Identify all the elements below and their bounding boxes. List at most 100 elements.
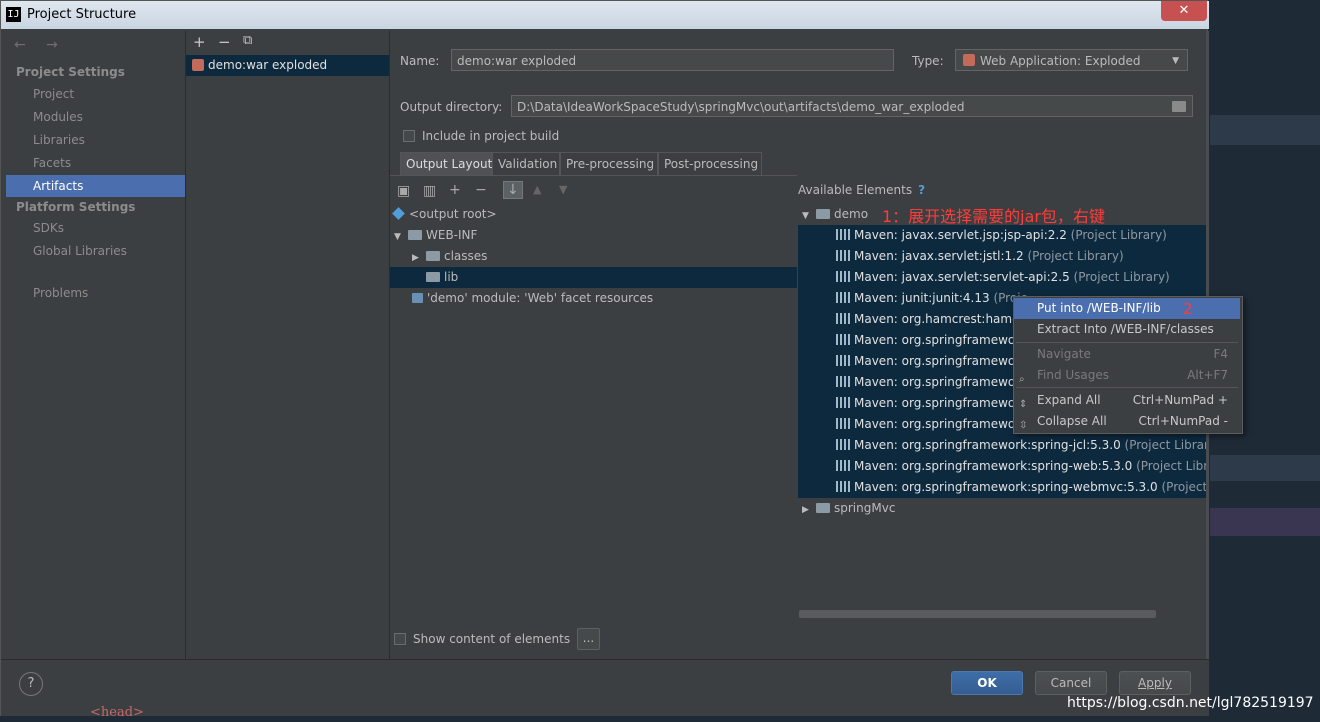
tree-item-label: 'demo' module: 'Web' facet resources: [427, 291, 654, 305]
artifacts-list-panel: + − ⧉ demo:war exploded: [186, 31, 390, 659]
sidebar-item-facets[interactable]: Facets: [6, 152, 185, 174]
menu-item-expand-all[interactable]: ⇕ Expand All Ctrl+NumPad +: [1014, 390, 1240, 411]
tab-output-layout[interactable]: Output Layout: [400, 152, 492, 175]
library-icon: [836, 418, 850, 429]
menu-shortcut: Ctrl+NumPad -: [1138, 414, 1229, 428]
output-directory-input[interactable]: D:\Data\IdeaWorkSpaceStudy\springMvc\out…: [511, 95, 1193, 117]
collapse-arrow-icon[interactable]: ▶: [412, 248, 426, 269]
project-settings-header: Project Settings: [16, 65, 125, 79]
tree-item-label: classes: [444, 249, 488, 263]
tab-validation[interactable]: Validation: [492, 152, 560, 175]
expand-all-icon: ⇕: [1019, 399, 1028, 410]
copy-artifact-button[interactable]: ⧉: [243, 33, 252, 48]
help-button[interactable]: ?: [19, 672, 43, 696]
sidebar-item-sdks[interactable]: SDKs: [6, 217, 185, 239]
move-up-icon[interactable]: ▲: [533, 183, 541, 196]
library-icon: [836, 334, 850, 345]
menu-item-extract-into-classes[interactable]: Extract Into /WEB-INF/classes: [1014, 319, 1240, 340]
library-suffix: (Project Library): [1027, 249, 1124, 263]
library-icon: [836, 397, 850, 408]
library-name: Maven: org.springframewo: [854, 333, 1016, 347]
collapse-arrow-icon[interactable]: ▶: [802, 500, 816, 521]
menu-item-navigate[interactable]: Navigate F4: [1014, 344, 1240, 365]
library-name: Maven: org.springframework:spring-webmvc…: [854, 480, 1158, 494]
tree-item-label: springMvc: [834, 501, 896, 515]
library-row[interactable]: Maven: javax.servlet:jstl:1.2 (Project L…: [798, 246, 1206, 267]
expand-arrow-icon[interactable]: ▼: [394, 227, 408, 248]
move-down-icon[interactable]: ▼: [559, 183, 567, 196]
output-directory-label: Output directory:: [400, 100, 503, 114]
library-row[interactable]: Maven: org.springframework:spring-web:5.…: [798, 456, 1206, 477]
library-row[interactable]: Maven: javax.servlet.jsp:jsp-api:2.2 (Pr…: [798, 225, 1206, 246]
library-row[interactable]: Maven: org.springframework:spring-jcl:5.…: [798, 435, 1206, 456]
back-forward-arrows-icon[interactable]: ← →: [14, 37, 66, 53]
show-content-checkbox[interactable]: [394, 633, 406, 645]
library-name: Maven: javax.servlet:jstl:1.2: [854, 249, 1024, 263]
remove-artifact-button[interactable]: −: [218, 33, 231, 51]
sidebar-item-libraries[interactable]: Libraries: [6, 129, 185, 151]
add-element-icon[interactable]: +: [449, 182, 461, 198]
include-build-checkbox[interactable]: [403, 130, 415, 142]
archive-icon[interactable]: ▥: [423, 183, 436, 199]
tree-item-springmvc[interactable]: ▶ springMvc: [798, 498, 998, 519]
library-icon: [836, 292, 850, 303]
settings-sidebar: ← → Project Settings Project Modules Lib…: [6, 31, 186, 659]
type-select[interactable]: Web Application: Exploded ▼: [955, 49, 1188, 71]
library-suffix: (Project Library): [1070, 228, 1167, 242]
menu-separator: [1016, 342, 1238, 343]
search-icon: ⌕: [1019, 374, 1025, 385]
output-root-icon: [392, 207, 405, 220]
library-icon: [836, 376, 850, 387]
output-directory-value: D:\Data\IdeaWorkSpaceStudy\springMvc\out…: [517, 100, 965, 114]
menu-item-collapse-all[interactable]: ⇳ Collapse All Ctrl+NumPad -: [1014, 411, 1240, 432]
sort-elements-icon[interactable]: ↓: [503, 181, 523, 199]
available-elements-title: Available Elements?: [798, 183, 925, 197]
ok-button[interactable]: OK: [951, 671, 1023, 695]
tree-item-lib[interactable]: lib: [390, 267, 797, 288]
sidebar-item-artifacts[interactable]: Artifacts: [6, 175, 185, 197]
library-row[interactable]: Maven: org.springframework:spring-webmvc…: [798, 477, 1206, 498]
library-name: Maven: org.hamcrest:hamc: [854, 312, 1019, 326]
background-strip: [1210, 455, 1320, 481]
folder-icon: [408, 230, 422, 240]
tab-post-processing[interactable]: Post-processing: [658, 152, 762, 175]
type-select-value: Web Application: Exploded: [980, 54, 1141, 68]
library-icon: [836, 439, 850, 450]
menu-item-put-into-lib[interactable]: Put into /WEB-INF/lib: [1014, 298, 1240, 319]
close-button[interactable]: ✕: [1161, 1, 1207, 21]
more-options-button[interactable]: ...: [577, 628, 600, 650]
sidebar-item-project[interactable]: Project: [6, 83, 185, 105]
tree-item-label: WEB-INF: [426, 228, 478, 242]
tree-item-output-root[interactable]: <output root>: [390, 204, 797, 225]
include-build-label: Include in project build: [422, 129, 560, 143]
help-icon[interactable]: ?: [918, 183, 925, 197]
menu-shortcut: F4: [1213, 347, 1228, 361]
artifact-item[interactable]: demo:war exploded: [186, 55, 389, 76]
menu-item-find-usages[interactable]: ⌕ Find Usages Alt+F7: [1014, 365, 1240, 386]
sidebar-item-global-libraries[interactable]: Global Libraries: [6, 240, 185, 262]
tree-item-classes[interactable]: ▶ classes: [390, 246, 797, 267]
name-label: Name:: [400, 54, 440, 68]
add-artifact-button[interactable]: +: [193, 33, 206, 51]
apply-button[interactable]: Apply: [1119, 671, 1191, 695]
tree-item-web-inf[interactable]: ▼ WEB-INF: [390, 225, 797, 246]
expand-arrow-icon[interactable]: ▼: [802, 206, 816, 227]
sidebar-item-modules[interactable]: Modules: [6, 106, 185, 128]
library-icon: [836, 229, 850, 240]
background-code-text: <head>: [90, 705, 144, 720]
tree-item-facet-resources[interactable]: 'demo' module: 'Web' facet resources: [390, 288, 797, 309]
name-input[interactable]: demo:war exploded: [451, 49, 894, 71]
collapse-all-icon: ⇳: [1019, 420, 1028, 431]
cancel-button[interactable]: Cancel: [1035, 671, 1107, 695]
remove-element-icon[interactable]: −: [475, 182, 487, 198]
context-menu: Put into /WEB-INF/lib Extract Into /WEB-…: [1013, 296, 1243, 434]
sidebar-item-problems[interactable]: Problems: [6, 282, 185, 304]
menu-item-label: Find Usages: [1037, 368, 1110, 382]
folder-browse-icon[interactable]: [1172, 101, 1186, 112]
menu-shortcut: Alt+F7: [1187, 368, 1228, 382]
new-directory-icon[interactable]: ▣: [397, 183, 410, 199]
horizontal-scrollbar[interactable]: [799, 610, 1156, 618]
background-strip: [1210, 115, 1320, 145]
tab-pre-processing[interactable]: Pre-processing: [560, 152, 658, 175]
library-row[interactable]: Maven: javax.servlet:servlet-api:2.5 (Pr…: [798, 267, 1206, 288]
